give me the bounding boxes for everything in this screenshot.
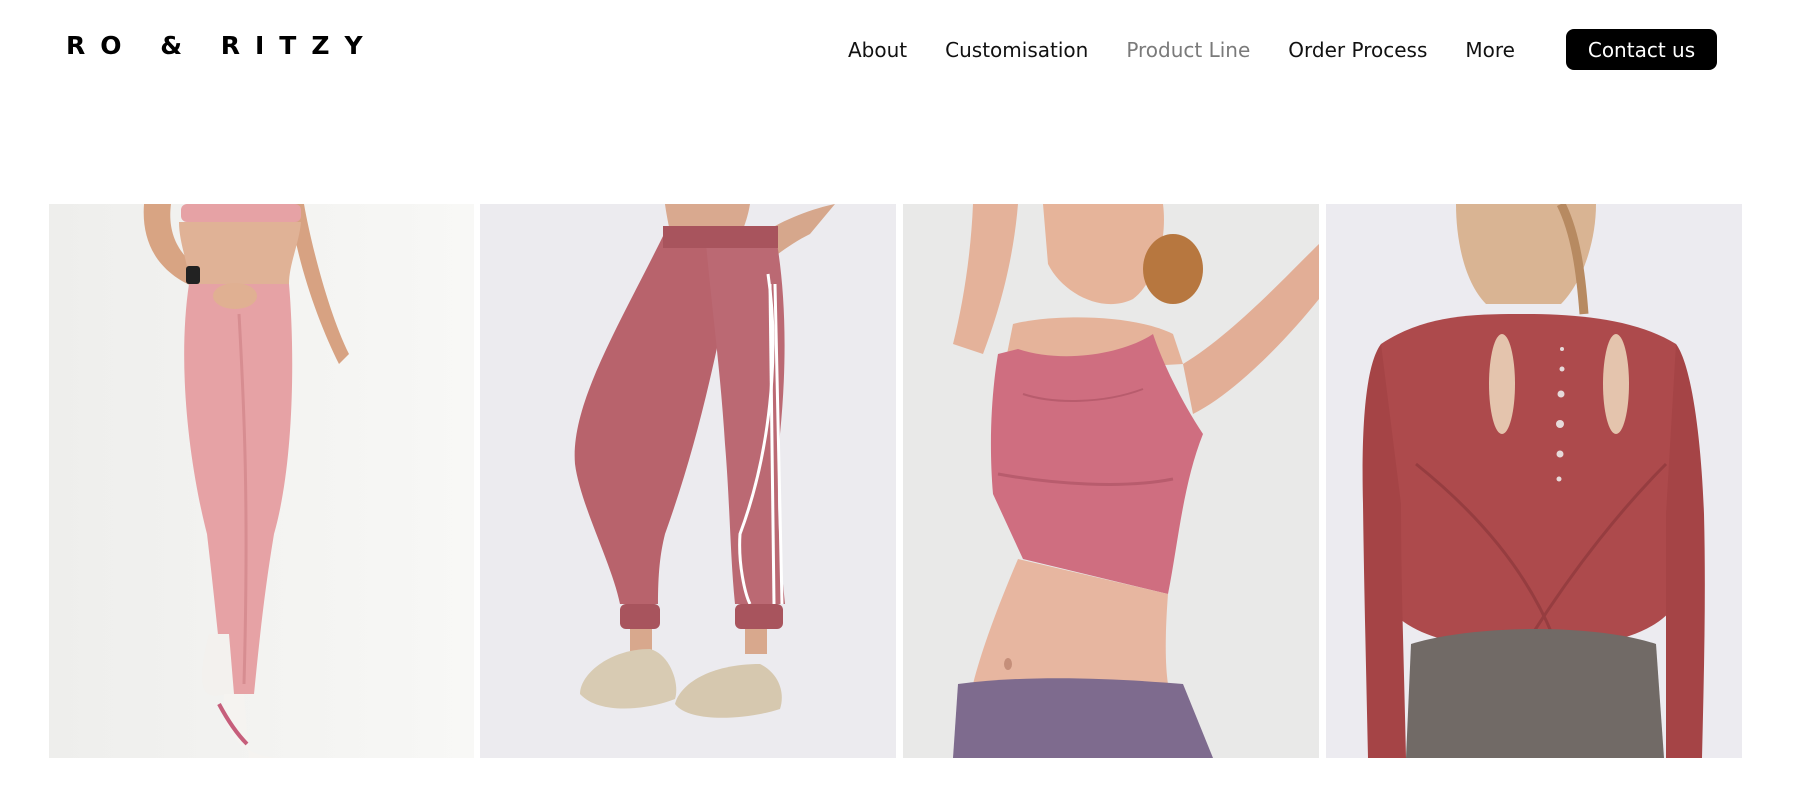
product-tile-leggings[interactable] bbox=[49, 204, 474, 758]
nav-item-customisation[interactable]: Customisation bbox=[945, 38, 1088, 62]
joggers-photo bbox=[480, 204, 896, 758]
product-tile-sports-bra[interactable] bbox=[903, 204, 1319, 758]
nav-item-about[interactable]: About bbox=[848, 38, 907, 62]
nav-item-more[interactable]: More bbox=[1465, 38, 1515, 62]
leggings-photo bbox=[49, 204, 474, 758]
brand-logo[interactable]: RO & RITZY bbox=[66, 31, 378, 60]
contact-us-button[interactable]: Contact us bbox=[1566, 29, 1717, 70]
site-header: RO & RITZY About Customisation Product L… bbox=[0, 0, 1795, 100]
product-tile-joggers[interactable] bbox=[480, 204, 896, 758]
product-tile-long-sleeve-top[interactable] bbox=[1326, 204, 1742, 758]
sports-bra-photo bbox=[903, 204, 1319, 758]
main-nav: About Customisation Product Line Order P… bbox=[848, 30, 1515, 70]
long-sleeve-top-photo bbox=[1326, 204, 1742, 758]
nav-item-order-process[interactable]: Order Process bbox=[1288, 38, 1427, 62]
nav-item-product-line[interactable]: Product Line bbox=[1126, 38, 1250, 62]
